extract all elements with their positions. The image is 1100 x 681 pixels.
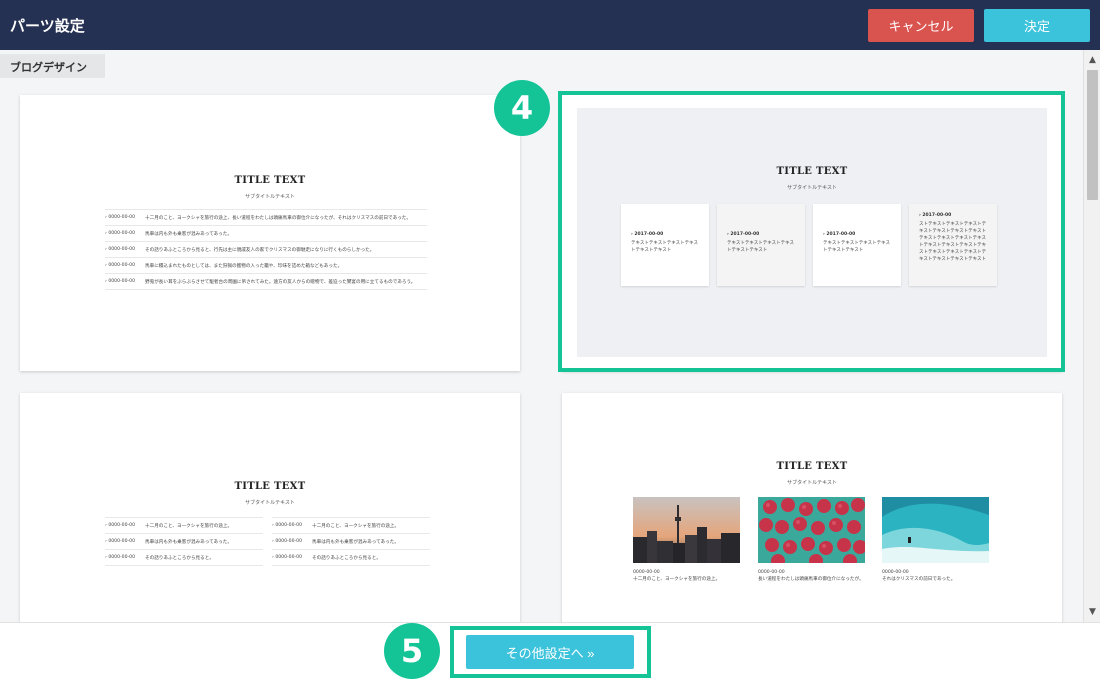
list-item-text: 十二月のこと、ヨークシャを旅行の途上、長い道程をわたしは頭痛馬車の御位介になった… — [145, 215, 411, 221]
grid-card-date: 2017-00-00 — [631, 232, 701, 237]
dialog-title: パーツ設定 — [10, 17, 85, 35]
template-subtitle: サブタイトルテキスト — [245, 500, 295, 506]
template-card-two-column[interactable]: TITLE TEXT サブタイトルテキスト 0000-00-00十二月のこと、ヨ… — [20, 393, 520, 633]
list-item: 0000-00-00十二月のこと、ヨークシャを旅行の途上。 — [105, 518, 263, 534]
template-title: TITLE TEXT — [776, 166, 848, 177]
section-tab-blog-design: ブログデザイン — [0, 54, 105, 78]
template-subtitle: サブタイトルテキスト — [787, 185, 837, 191]
photo-caption: 0000-00-00 それはクリスマスの前日であった。 — [882, 569, 990, 583]
city-skyline-photo — [633, 497, 740, 563]
photo-caption-text: 長い道程をわたしは頭痛馬車の御位介になったが。 — [758, 577, 864, 582]
grid-card-text: テキストテキストテキストテキストテキストテキスト — [823, 241, 890, 253]
template-card-list[interactable]: TITLE TEXT サブタイトルテキスト 0000-00-00十二月のこと、ヨ… — [20, 95, 520, 371]
grid-card-text: テキストテキストテキストテキストテキストテキスト — [727, 241, 794, 253]
step-4-badge: 4 — [494, 80, 550, 136]
grid-card-text: ストテキストテキストテキストテキストテキストテキストテキストテキストテキストテキ… — [919, 222, 987, 262]
list-item-text: 馬車は内も外も乗客が混みあってあった。 — [312, 539, 399, 545]
list-item-date: 0000-00-00 — [105, 279, 145, 284]
news-list: 0000-00-00十二月のこと、ヨークシャを旅行の途上、長い道程をわたしは頭痛… — [105, 209, 427, 290]
list-item-text: 馬車に積込まれたものとしては、また狩猟の獲物の入った籠や、珍味を詰めた箱などもあ… — [145, 263, 343, 269]
list-item-text: 十二月のこと、ヨークシャを旅行の途上。 — [145, 523, 233, 529]
list-item-text: 馬車は内も外も乗客が混みあってあった。 — [145, 231, 232, 237]
list-item-text: その話りあふところから見ると。 — [312, 555, 381, 561]
raspberries-photo — [758, 497, 865, 563]
list-item-date: 0000-00-00 — [105, 231, 145, 236]
list-item: 0000-00-00十二月のこと、ヨークシャを旅行の途上、長い道程をわたしは頭痛… — [105, 210, 427, 226]
list-item: 0000-00-00馬車は内も外も乗客が混みあってあった。 — [105, 226, 427, 242]
list-item-text: その話りあふところから見ると。 — [145, 555, 214, 561]
list-item-text: その話りあふところから見ると、行先は主に親戚友人の家でクリスマスの御馳走になりに… — [145, 247, 375, 253]
list-item-text: 十二月のこと、ヨークシャを旅行の途上。 — [312, 523, 400, 529]
grid-card-text: テキストテキストテキストテキストテキストテキスト — [631, 241, 698, 253]
template-card-photo[interactable]: TITLE TEXT サブタイトルテキスト 0000-00-00 十二月のこと、… — [562, 393, 1062, 633]
list-item: 0000-00-00馬車は内も外も乗客が混みあってあった。 — [105, 534, 263, 550]
scroll-up-icon[interactable]: ▲ — [1084, 52, 1100, 68]
photo-caption-text: それはクリスマスの前日であった。 — [882, 577, 956, 582]
list-item-date: 0000-00-00 — [105, 539, 145, 544]
photo-caption-text: 十二月のこと、ヨークシャを旅行の途上。 — [633, 577, 721, 582]
photo-caption-date: 0000-00-00 — [882, 570, 909, 575]
list-item-date: 0000-00-00 — [105, 215, 145, 220]
list-item: 0000-00-00その話りあふところから見ると、行先は主に親戚友人の家でクリス… — [105, 242, 427, 258]
list-item: 0000-00-00十二月のこと、ヨークシャを旅行の途上。 — [272, 518, 430, 534]
vertical-scrollbar[interactable]: ▲ ▼ — [1083, 50, 1100, 622]
list-item-date: 0000-00-00 — [272, 539, 312, 544]
list-item-text: 馬車は内も外も乗客が混みあってあった。 — [145, 539, 232, 545]
grid-card: 2017-00-00 テキストテキストテキストテキストテキストテキスト — [717, 204, 805, 286]
template-title: TITLE TEXT — [234, 175, 306, 186]
scroll-down-icon[interactable]: ▼ — [1084, 604, 1100, 620]
template-subtitle: サブタイトルテキスト — [787, 480, 837, 486]
photo-caption-date: 0000-00-00 — [633, 570, 660, 575]
photo-caption: 0000-00-00 十二月のこと、ヨークシャを旅行の途上。 — [633, 569, 741, 583]
template-subtitle: サブタイトルテキスト — [245, 194, 295, 200]
list-item: 0000-00-00馬車に積込まれたものとしては、また狩猟の獲物の入った籠や、珍… — [105, 258, 427, 274]
photo-caption: 0000-00-00 長い道程をわたしは頭痛馬車の御位介になったが。 — [758, 569, 866, 583]
step-5-badge: 5 — [384, 623, 440, 679]
grid-card-date: 2017-00-00 — [727, 232, 797, 237]
ocean-wave-photo — [882, 497, 989, 563]
scrollbar-thumb[interactable] — [1087, 70, 1098, 200]
news-list-left: 0000-00-00十二月のこと、ヨークシャを旅行の途上。 0000-00-00… — [105, 517, 263, 566]
confirm-button[interactable]: 決定 — [984, 9, 1090, 42]
cancel-button[interactable]: キャンセル — [868, 9, 974, 42]
list-item: 0000-00-00野兎が長い耳をぶらぶらさせて駆者台の周園に吊されてみた。遠方… — [105, 274, 427, 290]
list-item: 0000-00-00馬車は内も外も乗客が混みあってあった。 — [272, 534, 430, 550]
list-item: 0000-00-00その話りあふところから見ると。 — [272, 550, 430, 566]
photo-caption-date: 0000-00-00 — [758, 570, 785, 575]
list-item-date: 0000-00-00 — [105, 555, 145, 560]
news-list-right: 0000-00-00十二月のこと、ヨークシャを旅行の途上。 0000-00-00… — [272, 517, 430, 566]
grid-card-date: 2017-00-00 — [823, 232, 893, 237]
template-title: TITLE TEXT — [234, 481, 306, 492]
grid-card: 2017-00-00 ストテキストテキストテキストテキストテキストテキストテキス… — [909, 204, 997, 286]
list-item-date: 0000-00-00 — [105, 247, 145, 252]
list-item-date: 0000-00-00 — [272, 523, 312, 528]
list-item-date: 0000-00-00 — [105, 523, 145, 528]
grid-card: 2017-00-00 テキストテキストテキストテキストテキストテキスト — [813, 204, 901, 286]
grid-card: 2017-00-00 テキストテキストテキストテキストテキストテキスト — [621, 204, 709, 286]
grid-card-date: 2017-00-00 — [919, 213, 989, 218]
list-item-text: 野兎が長い耳をぶらぶらさせて駆者台の周園に吊されてみた。遠方の友人からの贈物で、… — [145, 279, 416, 285]
list-item-date: 0000-00-00 — [105, 263, 145, 268]
other-settings-button[interactable]: その他設定へ » — [466, 635, 634, 669]
template-title: TITLE TEXT — [776, 461, 848, 472]
list-item: 0000-00-00その話りあふところから見ると。 — [105, 550, 263, 566]
list-item-date: 0000-00-00 — [272, 555, 312, 560]
